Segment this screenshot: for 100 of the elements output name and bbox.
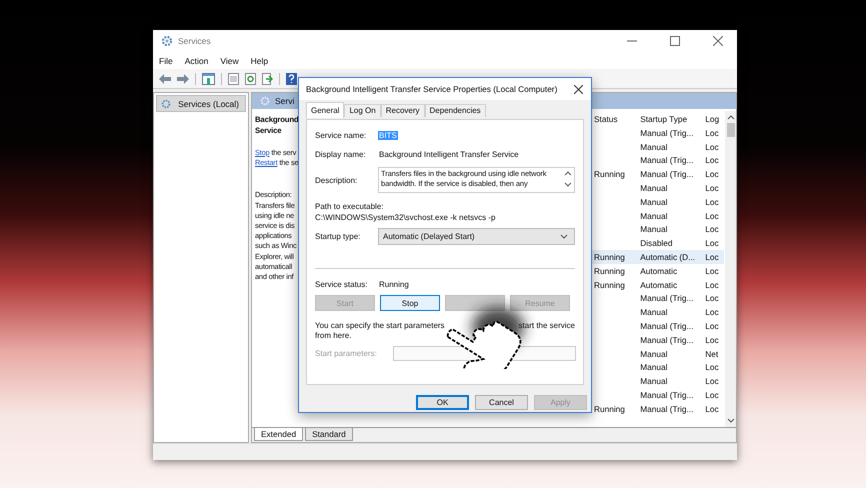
log-on-cell: Loc <box>705 169 719 180</box>
dialog-button[interactable]: OK <box>416 395 469 410</box>
help-icon[interactable] <box>286 72 297 84</box>
service-control-button[interactable]: Stop <box>380 295 440 311</box>
path-value: C:\WINDOWS\System32\svchost.exe -k netsvcs -p <box>315 213 496 222</box>
log-on-cell: Loc <box>705 280 719 290</box>
column-header[interactable]: Log <box>702 114 724 124</box>
startup-type-cell: Manual <box>640 183 668 194</box>
log-on-cell: Loc <box>705 252 719 262</box>
close-icon[interactable] <box>574 84 583 94</box>
tree-item[interactable]: Services (Local) <box>156 95 246 112</box>
menu-item[interactable]: Help <box>250 56 268 66</box>
field-label: Service name: <box>315 131 368 140</box>
dialog-tab[interactable]: General <box>306 102 344 118</box>
dialog-tab[interactable]: Dependencies <box>424 104 486 117</box>
startup-type-cell: Manual (Trig... <box>640 404 694 414</box>
log-on-cell: Loc <box>705 307 719 318</box>
log-on-cell: Loc <box>705 266 719 276</box>
menu-item[interactable]: Action <box>184 56 208 66</box>
field-label: Path to executable: <box>315 202 384 211</box>
menu-item[interactable]: File <box>159 56 173 66</box>
startup-type-cell: Manual <box>640 348 668 359</box>
console-tree-icon[interactable] <box>202 72 215 84</box>
startup-type-cell: Manual <box>640 142 668 152</box>
log-on-cell: Loc <box>705 321 719 332</box>
view-tab[interactable]: Standard <box>305 428 353 441</box>
dialog-button[interactable]: Cancel <box>475 395 528 410</box>
log-on-cell: Loc <box>705 224 719 234</box>
window-title: Services <box>178 36 211 46</box>
startup-type-cell: Disabled <box>640 238 673 248</box>
column-header[interactable]: Status <box>591 114 638 124</box>
field-label: Description: <box>315 176 358 184</box>
log-on-cell: Loc <box>705 334 719 345</box>
hint-text: You can specify the start parameters <box>315 321 445 330</box>
log-on-cell: Loc <box>705 142 719 152</box>
log-on-cell: Loc <box>705 128 719 138</box>
gear-icon <box>161 35 173 47</box>
log-on-cell: Loc <box>705 210 719 221</box>
export-icon[interactable] <box>262 72 273 84</box>
document-icon[interactable] <box>228 72 239 84</box>
startup-type-cell: Manual (Trig... <box>640 321 694 332</box>
startup-type-cell: Manual <box>640 376 668 386</box>
startup-type-cell: Manual (Trig... <box>640 390 694 400</box>
log-on-cell: Loc <box>705 196 719 207</box>
back-arrow-icon[interactable] <box>159 74 171 84</box>
maximize-icon[interactable] <box>670 36 680 46</box>
startup-type-cell: Manual (Trig... <box>640 128 694 138</box>
scroll-up-icon[interactable] <box>726 114 734 120</box>
log-on-cell: Loc <box>705 362 719 372</box>
gear-icon <box>260 96 270 106</box>
log-on-cell: Net <box>705 348 718 359</box>
startup-type-cell: Manual (Trig... <box>640 155 694 166</box>
field-label: Start parameters: <box>315 349 378 358</box>
menu-item[interactable]: View <box>220 56 239 66</box>
dialog-tab[interactable]: Recovery <box>380 104 425 117</box>
log-on-cell: Loc <box>705 183 719 194</box>
startup-type-cell: Manual <box>640 362 668 372</box>
refresh-icon[interactable] <box>245 72 256 84</box>
startup-type-cell: Manual <box>640 210 668 221</box>
startup-type-cell: Automatic (D... <box>640 252 696 262</box>
log-on-cell: Loc <box>705 390 719 400</box>
status-cell: Running <box>594 266 625 276</box>
caret-icon[interactable] <box>560 234 568 239</box>
startup-type-cell: Manual <box>640 307 668 318</box>
scroll-down-icon[interactable] <box>726 418 734 424</box>
startup-type-cell: Automatic <box>640 280 678 290</box>
dialog-tab[interactable]: Log On <box>344 104 381 117</box>
startup-type-cell: Manual <box>640 224 668 234</box>
gear-icon <box>161 98 171 108</box>
field-label: Display name: <box>315 150 367 159</box>
hint-text: start the service <box>518 321 575 330</box>
status-cell: Running <box>594 404 625 414</box>
startup-type-cell: Manual (Trig... <box>640 293 694 304</box>
service-name-value: BITS <box>378 131 398 140</box>
service-status-value: Running <box>378 280 410 289</box>
column-header[interactable]: Startup Type <box>637 114 702 124</box>
hint-text: from here. <box>315 331 352 340</box>
startup-type-cell: Automatic <box>640 266 678 276</box>
field-label: Service status: <box>315 280 368 289</box>
log-on-cell: Loc <box>705 238 719 248</box>
log-on-cell: Loc <box>705 155 719 166</box>
startup-type-cell: Manual <box>640 196 668 207</box>
startup-type-cell: Manual (Trig... <box>640 169 694 180</box>
log-on-cell: Loc <box>705 404 719 414</box>
log-on-cell: Loc <box>705 293 719 304</box>
scrollbar[interactable] <box>725 111 736 427</box>
status-cell: Running <box>594 280 625 290</box>
startup-type-cell: Manual (Trig... <box>640 334 694 345</box>
startup-type-dropdown[interactable]: Automatic (Delayed Start) <box>378 228 575 245</box>
field-label: Startup type: <box>315 232 362 241</box>
log-on-cell: Loc <box>705 376 719 386</box>
forward-arrow-icon[interactable] <box>177 74 189 84</box>
scroll-arrows-icon[interactable] <box>564 169 572 189</box>
view-tab[interactable]: Extended <box>254 428 304 441</box>
display-name-value: Background Intelligent Transfer Service <box>378 150 520 159</box>
scroll-thumb[interactable] <box>726 123 734 137</box>
dialog-title: Background Intelligent Transfer Service Properties (Local Computer) <box>306 84 558 94</box>
status-cell: Running <box>594 169 625 180</box>
header-title: Servi <box>275 96 294 106</box>
close-icon[interactable] <box>713 36 723 46</box>
